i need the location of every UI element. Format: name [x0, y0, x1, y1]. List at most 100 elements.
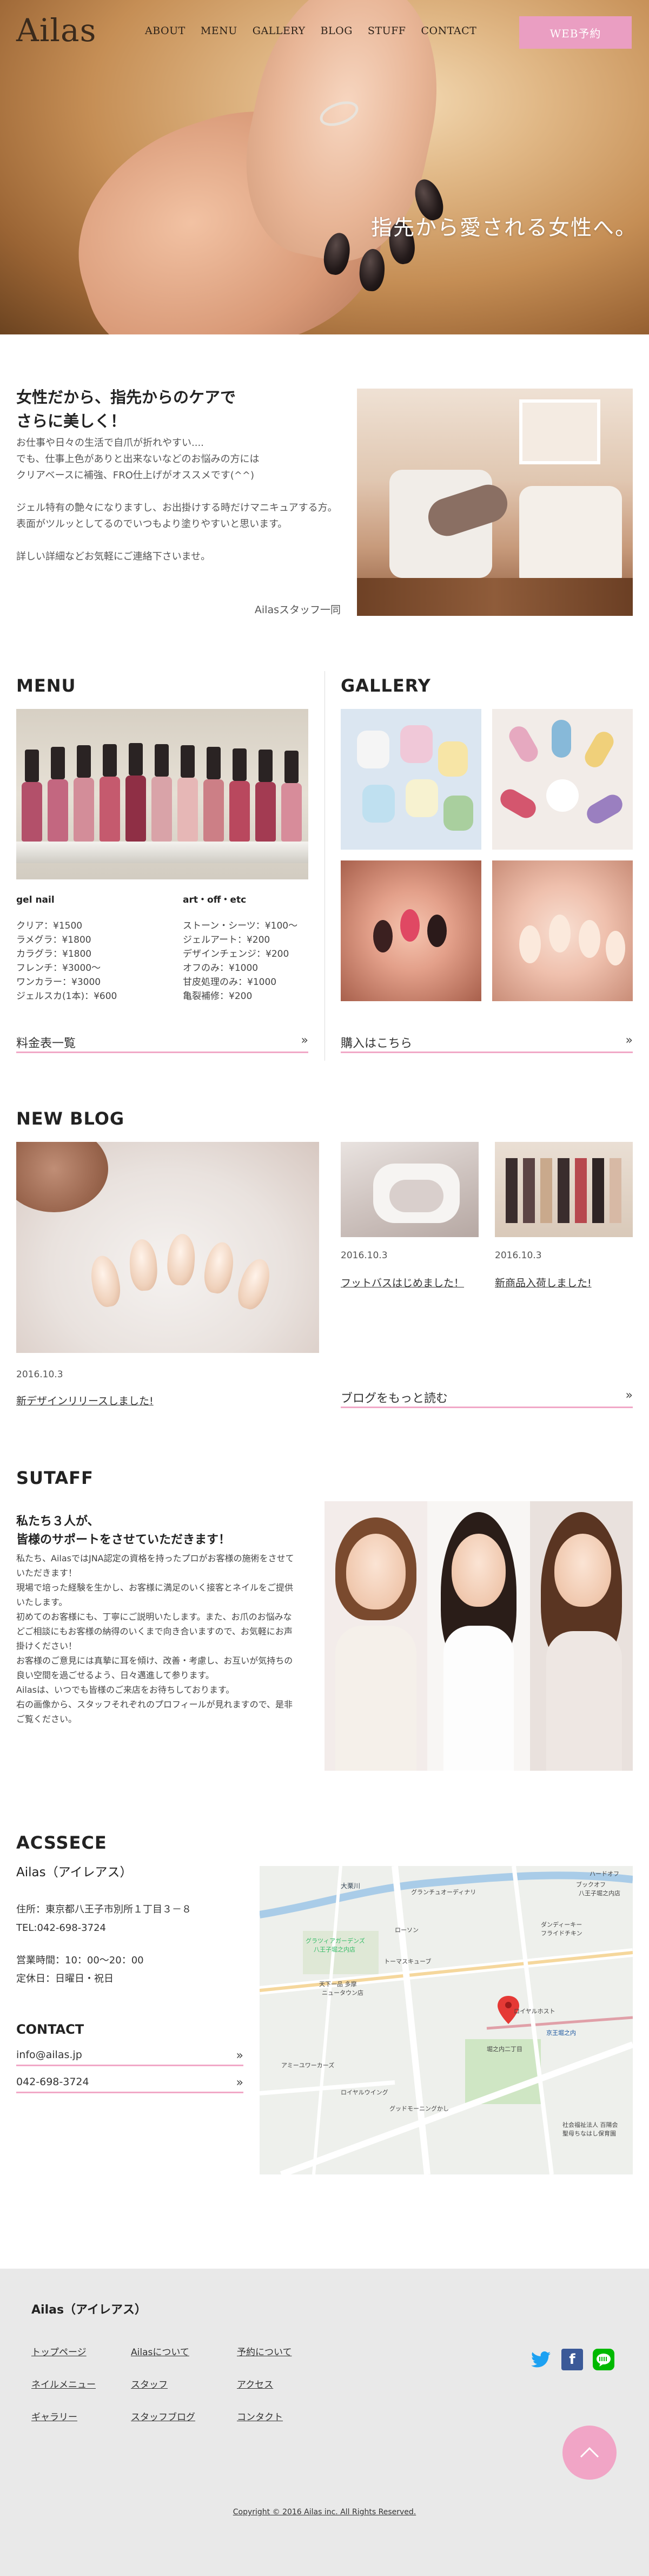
blog-more-link[interactable]: ブログをもっと読む » — [341, 1389, 633, 1408]
polish-bottle — [48, 747, 68, 842]
purchase-link[interactable]: 購入はこちら » — [341, 1034, 633, 1053]
staff-paragraph: 現場で培った経験を生かし、お客様に満足のいく接客とネイルをご提供いたします。 — [16, 1582, 294, 1607]
footer-link[interactable]: スタッフ — [131, 2377, 168, 2390]
staff-paragraph: 右の画像から、スタッフそれぞれのプロフィールが見れますので、是非ご覧ください。 — [16, 1699, 293, 1724]
menu-photo-polish-bottles — [16, 709, 308, 879]
blog-post-link[interactable]: フットバスはじめました！ — [341, 1275, 464, 1290]
staff-member-1[interactable] — [325, 1501, 427, 1771]
footer-link[interactable]: 予約について — [237, 2344, 292, 2358]
gel-price-item: クリア：¥1500 — [16, 921, 83, 931]
gel-price-item: ラメグラ：¥1800 — [16, 935, 91, 945]
staff-member-3[interactable] — [530, 1501, 633, 1771]
polish-bottle — [229, 748, 250, 842]
footer-link[interactable]: トップページ — [31, 2344, 87, 2358]
twitter-icon[interactable] — [530, 2349, 552, 2370]
intro-signature: Ailasスタッフ一同 — [254, 604, 341, 616]
gallery-image[interactable] — [341, 860, 481, 1001]
intro-title-line2: さらに美しく！ — [16, 412, 127, 430]
facebook-icon[interactable]: f — [561, 2349, 583, 2370]
footer-link[interactable]: ギャラリー — [31, 2409, 77, 2423]
map-label: ハードオフ — [590, 1870, 619, 1877]
line-icon[interactable] — [593, 2349, 614, 2370]
back-to-top-button[interactable] — [562, 2426, 617, 2480]
footer-link[interactable]: スタッフブログ — [131, 2409, 195, 2423]
blog-heading: NEW BLOG — [16, 1108, 125, 1129]
polish-bottle — [100, 744, 120, 842]
purchase-link-label: 購入はこちら — [341, 1037, 413, 1050]
footer-link[interactable]: Ailasについて — [131, 2344, 189, 2358]
chevron-right-icon: » — [236, 2076, 243, 2089]
site-logo[interactable]: Ailas — [16, 12, 96, 49]
map-label: 堀之内二丁目 — [487, 2046, 522, 2053]
map-label: グッドモーニングかし — [389, 2105, 449, 2112]
staff-paragraph: 私たち、AilasではJNA認定の資格を持ったプロがお客様の施術をさせていただき… — [16, 1553, 294, 1578]
price-list-link-label: 料金表一覧 — [16, 1037, 76, 1050]
map-label: ダンディーキー — [541, 1921, 582, 1928]
menu-heading: MENU — [16, 675, 76, 696]
address: 住所：東京都八王子市別所１丁目３－８ — [16, 1904, 191, 1915]
polish-bottle — [125, 743, 146, 842]
staff-title-line1: 私たち３人が、 — [16, 1515, 100, 1528]
staff-paragraph: 初めてのお客様にも、丁寧にご説明いたします。また、お爪のお悩みなどご相談にもお客… — [16, 1612, 293, 1651]
staff-heading: SUTAFF — [16, 1468, 94, 1488]
blog-date: 2016.10.3 — [495, 1250, 542, 1261]
hero-image: 指先から愛される女性へ。 — [0, 0, 649, 334]
nav-about[interactable]: ABOUT — [145, 25, 186, 37]
email-link[interactable]: info@ailas.jp » — [16, 2049, 243, 2066]
polish-bottle — [281, 751, 302, 842]
phone-label: 042-698-3724 — [16, 2076, 89, 2088]
intro-title: 女性だから、指先からのケアで さらに美しく！ — [16, 385, 236, 433]
staff-member-2[interactable] — [427, 1501, 530, 1771]
gel-price-item: カラグラ：¥1800 — [16, 949, 92, 960]
map-label: ブックオフ — [576, 1881, 606, 1888]
footer-title: Ailas（アイレアス） — [31, 2303, 147, 2317]
blog-date: 2016.10.3 — [16, 1369, 63, 1380]
art-price-list: art・off・etc ストーン・シーツ：¥100〜 ジェルアート：¥200 デ… — [183, 893, 318, 1003]
chevron-right-icon: » — [236, 2049, 243, 2062]
gel-price-item: ジェルスカ(1本)：¥600 — [16, 991, 117, 1002]
map-label: フライドチキン — [541, 1930, 582, 1937]
salon-chair — [519, 486, 622, 589]
map-label: ローソン — [395, 1927, 419, 1934]
footer-link[interactable]: ネイルメニュー — [31, 2377, 96, 2390]
blog-post-image[interactable] — [495, 1142, 633, 1237]
nav-gallery[interactable]: GALLERY — [253, 25, 306, 37]
access-map[interactable]: 大栗川 ハードオフ ブックオフ 八王子堀之内店 ローソン グランチュオーディナリ… — [260, 1866, 633, 2174]
blog-post-image[interactable] — [16, 1142, 319, 1353]
polish-bottle — [22, 750, 42, 842]
gallery-image[interactable] — [341, 709, 481, 850]
gel-price-title: gel nail — [16, 895, 55, 905]
intro-title-line1: 女性だから、指先からのケアで — [16, 388, 236, 406]
staff-body: 私たち、AilasではJNA認定の資格を持ったプロがお客様の施術をさせていただき… — [16, 1551, 297, 1726]
art-price-item: ストーン・シーツ：¥100〜 — [183, 921, 298, 931]
map-label: トーマスキューブ — [384, 1958, 432, 1965]
chevron-right-icon: » — [301, 1034, 308, 1047]
nav-blog[interactable]: BLOG — [321, 25, 353, 37]
blog-post-link[interactable]: 新商品入荷しました! — [495, 1275, 592, 1290]
art-price-item: 亀裂補修：¥200 — [183, 991, 253, 1002]
map-label: 聖母ちなはし保育園 — [562, 2130, 616, 2137]
gallery-image[interactable] — [492, 709, 633, 850]
map-label: アミーユワーカーズ — [281, 2062, 335, 2069]
nav-stuff[interactable]: STUFF — [368, 25, 406, 37]
staff-title: 私たち３人が、 皆様のサポートをさせていただきます！ — [16, 1513, 230, 1549]
blog-more-link-label: ブログをもっと読む — [341, 1392, 448, 1405]
nav-menu[interactable]: MENU — [201, 25, 237, 37]
nav-contact[interactable]: CONTACT — [421, 25, 476, 37]
polish-bottle — [203, 747, 224, 842]
phone-link[interactable]: 042-698-3724 » — [16, 2076, 243, 2093]
map-label: 社会福祉法人 百陽会 — [562, 2121, 618, 2128]
map-label: グラツィアガーデンズ — [306, 1937, 365, 1944]
staff-photo[interactable] — [325, 1501, 633, 1771]
footer-link[interactable]: コンタクト — [237, 2409, 283, 2423]
hero-tagline: 指先から愛される女性へ。 — [370, 216, 637, 240]
salon-mirror — [519, 399, 600, 464]
web-reserve-button[interactable]: WEB予約 — [519, 16, 632, 49]
polish-bottle — [177, 745, 198, 842]
gallery-image[interactable] — [492, 860, 633, 1001]
price-list-link[interactable]: 料金表一覧 » — [16, 1034, 308, 1053]
footer-link[interactable]: アクセス — [237, 2377, 273, 2390]
blog-post-link[interactable]: 新デザインリリースしました! — [16, 1393, 154, 1408]
staff-title-line2: 皆様のサポートをさせていただきます！ — [16, 1533, 231, 1547]
blog-post-image[interactable] — [341, 1142, 479, 1237]
